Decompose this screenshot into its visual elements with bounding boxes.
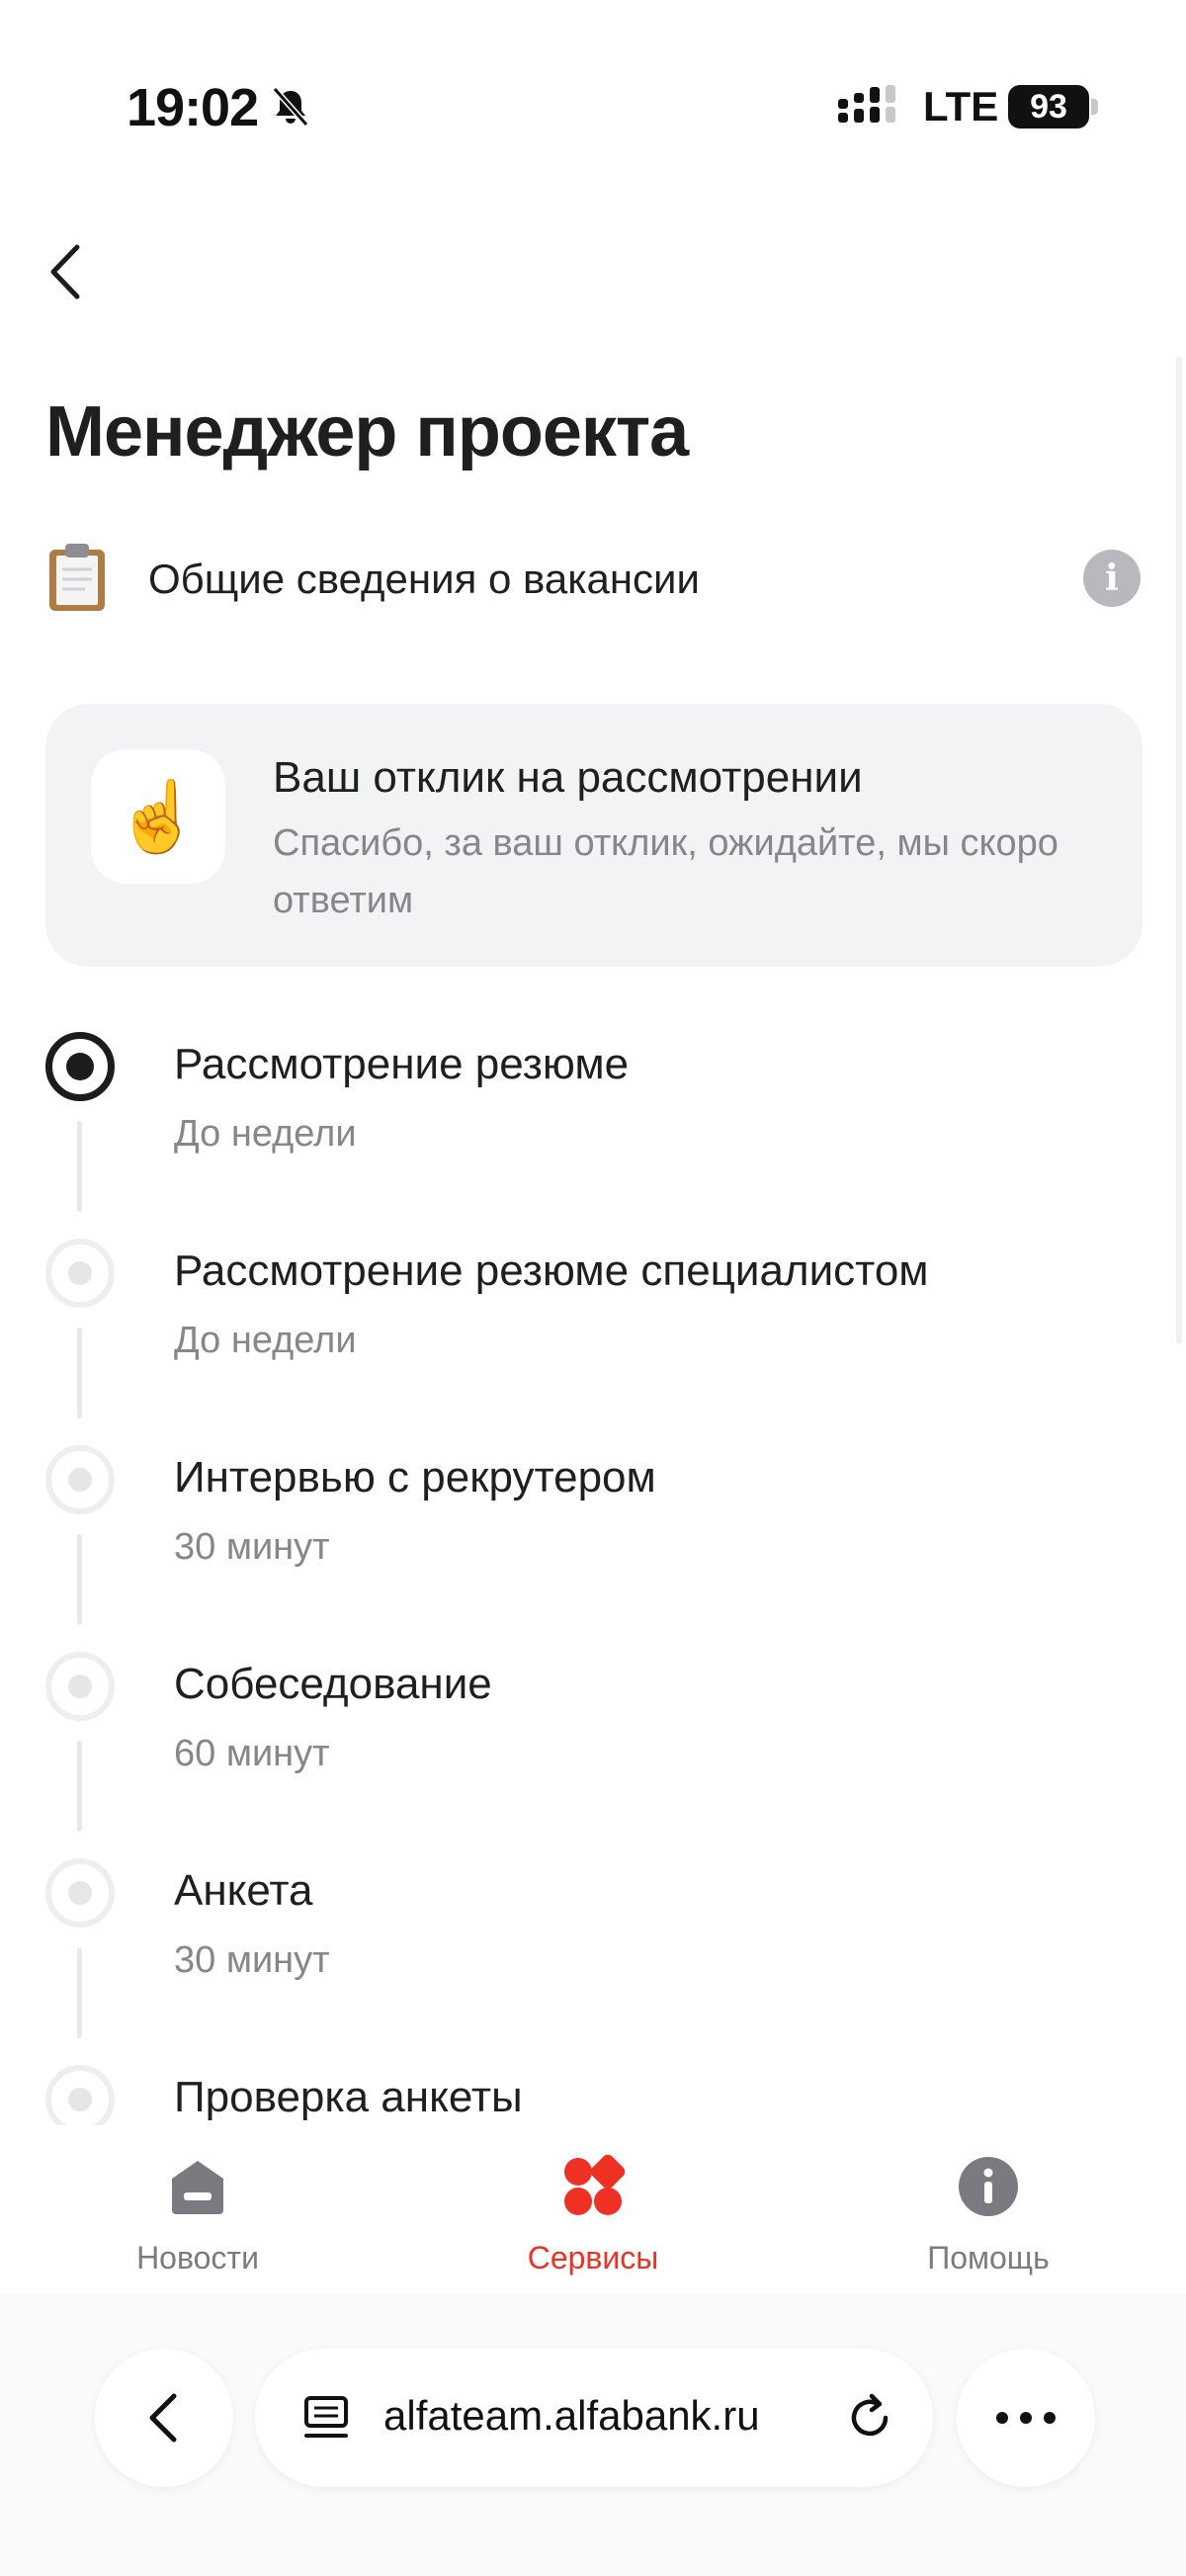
status-card-title: Ваш отклик на рассмотрении	[273, 753, 863, 802]
step-connector	[77, 1328, 82, 1418]
step-duration: 60 минут	[174, 1733, 330, 1774]
clipboard-icon	[49, 544, 105, 611]
step-duration: До недели	[174, 1113, 357, 1155]
tab-help[interactable]: Помощь	[870, 2155, 1107, 2283]
page-title: Менеджер проекта	[45, 392, 689, 472]
url-text: alfateam.alfabank.ru	[383, 2392, 760, 2439]
vacancy-info-row[interactable]: Общие сведения о вакансии i	[45, 542, 1141, 617]
step-title: Анкета	[174, 1866, 313, 1915]
browser-toolbar: alfateam.alfabank.ru	[0, 2293, 1186, 2576]
step-duration: 30 минут	[174, 1526, 330, 1568]
battery-tip	[1091, 99, 1098, 115]
timeline-step: Собеседование 60 минут	[0, 1638, 1186, 1846]
step-title: Собеседование	[174, 1660, 492, 1708]
status-time: 19:02	[127, 78, 259, 137]
timeline-step: Анкета 30 минут	[0, 1845, 1186, 2052]
step-pending-dot	[45, 1445, 115, 1514]
step-duration: 30 минут	[174, 1939, 330, 1981]
home-icon	[172, 2161, 223, 2214]
battery-indicator: 93	[1008, 85, 1089, 129]
step-active-dot	[45, 1032, 115, 1101]
status-bar: 19:02 LTE 93	[0, 0, 1186, 198]
bottom-tab-bar: Новости Сервисы Помощь	[0, 2125, 1186, 2293]
step-connector	[77, 1534, 82, 1625]
info-icon[interactable]: i	[1083, 550, 1141, 607]
step-pending-dot	[45, 1858, 115, 1928]
signal-icon	[838, 85, 895, 123]
tab-label: Сервисы	[527, 2240, 659, 2275]
bell-muted-icon	[272, 87, 309, 127]
tab-services[interactable]: Сервисы	[474, 2155, 712, 2283]
vacancy-info-label: Общие сведения о вакансии	[148, 556, 700, 602]
pointing-finger-icon: ☝️	[91, 749, 225, 884]
application-status-card: ☝️ Ваш отклик на рассмотрении Спасибо, з…	[45, 704, 1143, 967]
step-title: Рассмотрение резюме специалистом	[174, 1246, 929, 1295]
tab-label: Помощь	[927, 2240, 1050, 2275]
step-pending-dot	[45, 1652, 115, 1721]
network-type: LTE	[923, 83, 999, 129]
timeline-step: Интервью с рекрутером 30 минут	[0, 1431, 1186, 1639]
browser-more-button[interactable]	[957, 2349, 1095, 2487]
step-title: Проверка анкеты	[174, 2073, 523, 2121]
timeline-step: Рассмотрение резюме До недели	[0, 1018, 1186, 1226]
back-icon[interactable]	[40, 237, 99, 306]
browser-address-bar[interactable]: alfateam.alfabank.ru	[255, 2349, 933, 2487]
more-dots-icon	[996, 2412, 1056, 2424]
timeline-step: Проверка анкеты	[0, 2051, 1186, 2125]
timeline-step: Рассмотрение резюме специалистом До неде…	[0, 1225, 1186, 1432]
step-title: Рассмотрение резюме	[174, 1040, 630, 1088]
site-settings-icon	[304, 2396, 348, 2438]
hiring-steps-timeline: Рассмотрение резюме До недели Рассмотрен…	[0, 1018, 1186, 2125]
step-title: Интервью с рекрутером	[174, 1453, 656, 1502]
step-connector	[77, 1121, 82, 1212]
services-icon	[564, 2155, 625, 2215]
step-duration: До недели	[174, 1320, 357, 1361]
help-info-icon	[959, 2157, 1018, 2216]
step-pending-dot	[45, 2065, 115, 2125]
chevron-left-icon	[149, 2393, 177, 2443]
browser-back-button[interactable]	[95, 2349, 233, 2487]
step-connector	[77, 1741, 82, 1832]
reload-icon[interactable]	[842, 2390, 897, 2446]
status-card-text: Спасибо, за ваш отклик, ожидайте, мы ско…	[273, 822, 1059, 921]
step-connector	[77, 1947, 82, 2038]
step-pending-dot	[45, 1239, 115, 1308]
tab-label: Новости	[136, 2240, 259, 2275]
tab-news[interactable]: Новости	[79, 2155, 316, 2283]
